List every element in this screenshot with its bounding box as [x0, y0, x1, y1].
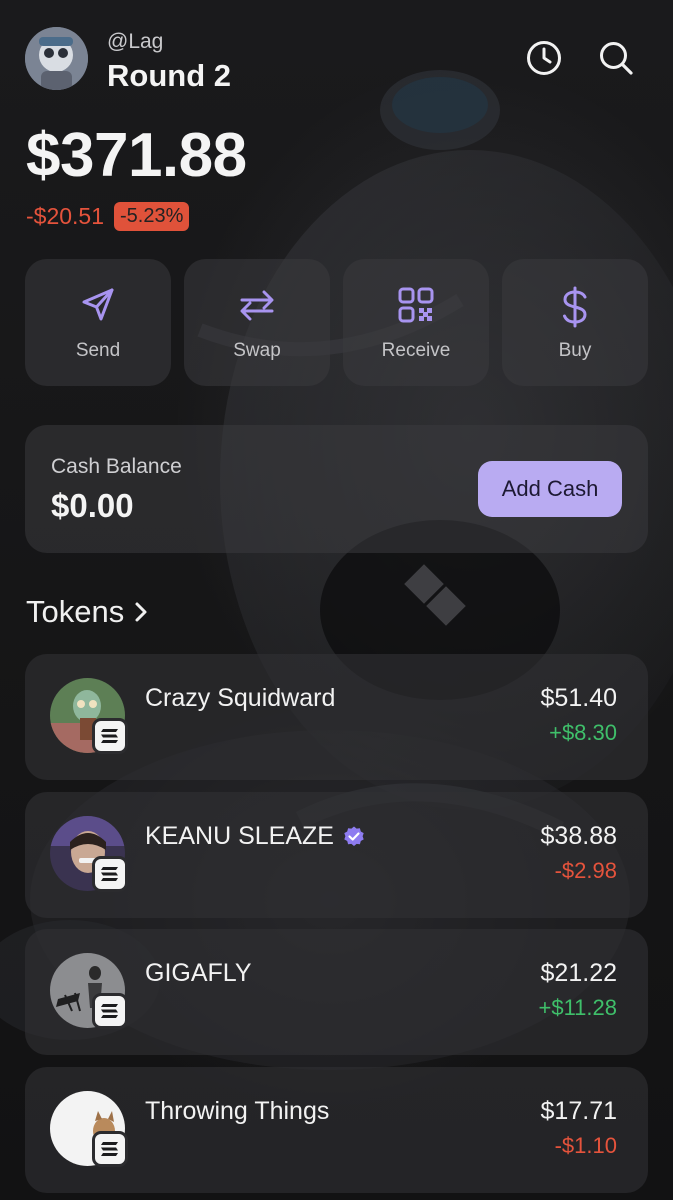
action-buttons: Send Swap Receive Buy	[25, 259, 648, 386]
buy-label: Buy	[558, 340, 592, 361]
token-row[interactable]: GIGAFLY $21.22 +$11.28	[25, 929, 648, 1055]
account-handle: @Lag	[107, 30, 164, 53]
search-icon	[600, 42, 633, 75]
token-change: +$8.30	[549, 720, 617, 745]
change-percent-badge: -5.23%	[114, 202, 190, 231]
solana-chain-badge	[92, 856, 128, 892]
send-icon	[82, 288, 114, 321]
token-name: KEANU SLEAZE	[145, 822, 366, 851]
cash-balance-label: Cash Balance	[51, 455, 182, 478]
header: @Lag Round 2	[0, 0, 673, 110]
search-button[interactable]	[596, 38, 636, 78]
cash-balance-value: $0.00	[51, 487, 134, 524]
receive-button[interactable]: Receive	[343, 259, 489, 386]
token-change: -$2.98	[554, 858, 617, 883]
verified-badge-icon	[344, 826, 364, 846]
tokens-title: Tokens	[26, 594, 125, 629]
receive-label: Receive	[381, 340, 451, 361]
wallet-screen: @Lag Round 2 $371.88 -$20.51 -5.23% Send…	[0, 0, 673, 1200]
send-label: Send	[75, 340, 121, 361]
change-amount: -$20.51	[26, 203, 105, 229]
token-price: $17.71	[540, 1097, 617, 1125]
token-name: Crazy Squidward	[145, 684, 336, 712]
tokens-section-header[interactable]: Tokens	[26, 594, 148, 630]
token-change: -$1.10	[554, 1133, 617, 1158]
token-row[interactable]: KEANU SLEAZE $38.88 -$2.98	[25, 792, 648, 918]
dollar-icon	[563, 286, 587, 328]
profile-avatar[interactable]	[25, 27, 88, 90]
history-button[interactable]	[524, 38, 564, 78]
solana-icon	[101, 1142, 118, 1156]
token-name: Throwing Things	[145, 1097, 330, 1125]
cash-balance-card: Cash Balance $0.00 Add Cash	[25, 425, 648, 553]
solana-icon	[101, 729, 118, 743]
token-name: GIGAFLY	[145, 959, 252, 987]
token-price: $38.88	[540, 822, 617, 850]
token-price: $51.40	[540, 684, 617, 712]
buy-button[interactable]: Buy	[502, 259, 648, 386]
clock-icon	[527, 41, 561, 75]
avatar-image	[25, 27, 88, 90]
token-change: +$11.28	[538, 995, 617, 1020]
account-name[interactable]: Round 2	[107, 58, 231, 94]
swap-icon	[240, 290, 274, 321]
chevron-right-icon	[135, 602, 147, 622]
token-price: $21.22	[540, 959, 617, 987]
token-row[interactable]: Throwing Things $17.71 -$1.10	[25, 1067, 648, 1193]
portfolio-change: -$20.51 -5.23%	[26, 202, 190, 231]
send-button[interactable]: Send	[25, 259, 171, 386]
solana-icon	[101, 1004, 118, 1018]
token-row[interactable]: Crazy Squidward $51.40 +$8.30	[25, 654, 648, 780]
portfolio-balance: $371.88	[26, 121, 247, 190]
solana-chain-badge	[92, 993, 128, 1029]
qr-code-icon	[398, 287, 434, 323]
solana-icon	[101, 867, 118, 881]
add-cash-button[interactable]: Add Cash	[478, 461, 622, 517]
solana-chain-badge	[92, 1131, 128, 1167]
swap-button[interactable]: Swap	[184, 259, 330, 386]
swap-label: Swap	[233, 340, 281, 361]
solana-chain-badge	[92, 718, 128, 754]
